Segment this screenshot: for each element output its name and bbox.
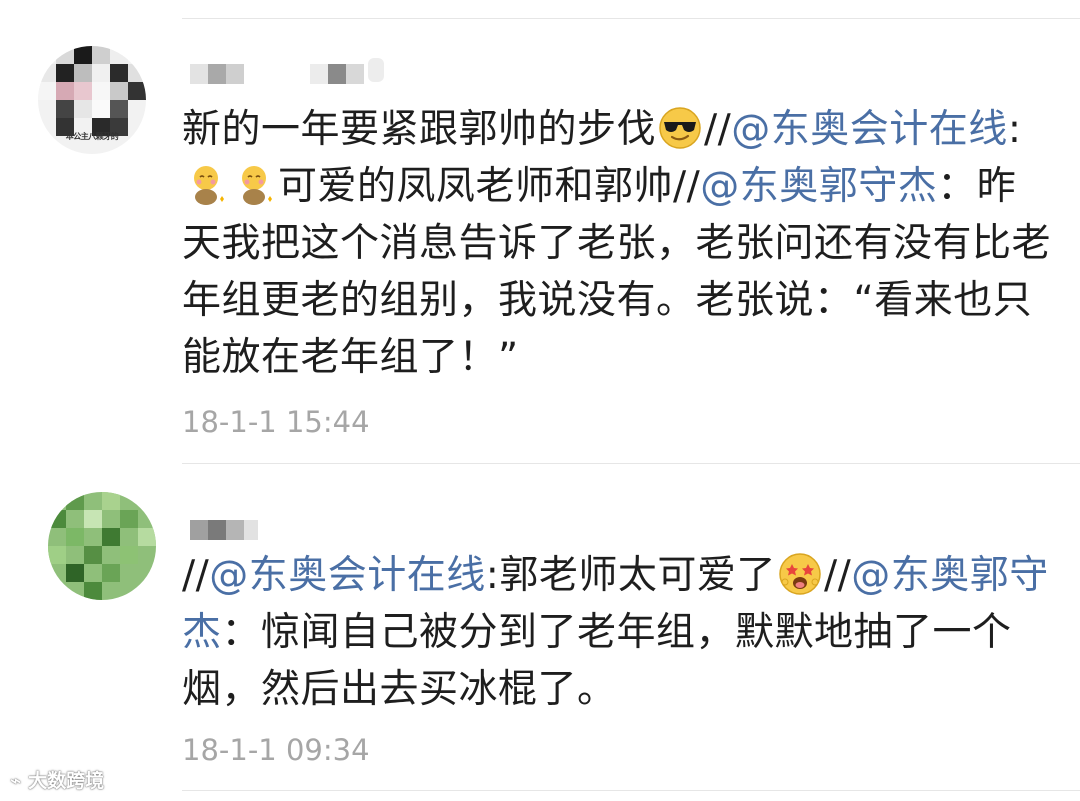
comment-text: //@东奥会计在线:郭老师太可爱了 //@东奥郭守杰：惊闻自己被分到了老年组，默… (182, 547, 1052, 718)
comment-body: ：惊闻自己被分到了老年组，默默地抽了一个烟，然后出去买冰棍了。 (182, 610, 1012, 712)
avatar[interactable] (48, 492, 156, 600)
starstruck-emoji-icon (778, 552, 822, 596)
shy-sitting-emoji-icon (232, 163, 276, 207)
username-blurred[interactable] (190, 520, 270, 540)
comment-timestamp: 18-1-1 09:34 (182, 733, 370, 767)
comment-body: 新的一年要紧跟郭帅的步伐 (182, 107, 657, 152)
comment-body: 可爱的凤凤老师和郭帅// (278, 164, 701, 209)
mention-link[interactable]: @东奥郭守杰 (700, 164, 937, 209)
comment-separator: // (182, 553, 210, 598)
watermark-text: 大数跨境 (28, 770, 105, 792)
avatar[interactable]: 本公主八颗牙的 (38, 46, 146, 154)
username-blurred[interactable] (190, 58, 390, 84)
top-divider (182, 18, 1080, 19)
comment-separator: // (704, 107, 732, 152)
comment-punct: : (1007, 107, 1022, 152)
mention-link[interactable]: @东奥会计在线 (209, 553, 486, 598)
mention-link[interactable]: @东奥会计在线 (731, 107, 1008, 152)
comment-text: 新的一年要紧跟郭帅的步伐 //@东奥会计在线: 可爱的凤凤老师和郭帅//@东奥郭… (182, 101, 1052, 386)
comment-separator: // (823, 553, 852, 598)
comment-timestamp: 18-1-1 15:44 (182, 405, 370, 439)
comment-body: :郭老师太可爱了 (485, 553, 776, 598)
watermark-logo-icon: ⌁ (10, 770, 22, 792)
sunglasses-emoji-icon (658, 106, 702, 150)
watermark: ⌁ 大数跨境 (10, 766, 104, 793)
avatar-caption: 本公主八颗牙的 (65, 132, 119, 141)
comment-divider (182, 463, 1080, 464)
bottom-divider (182, 790, 1080, 791)
shy-sitting-emoji-icon (184, 163, 228, 207)
